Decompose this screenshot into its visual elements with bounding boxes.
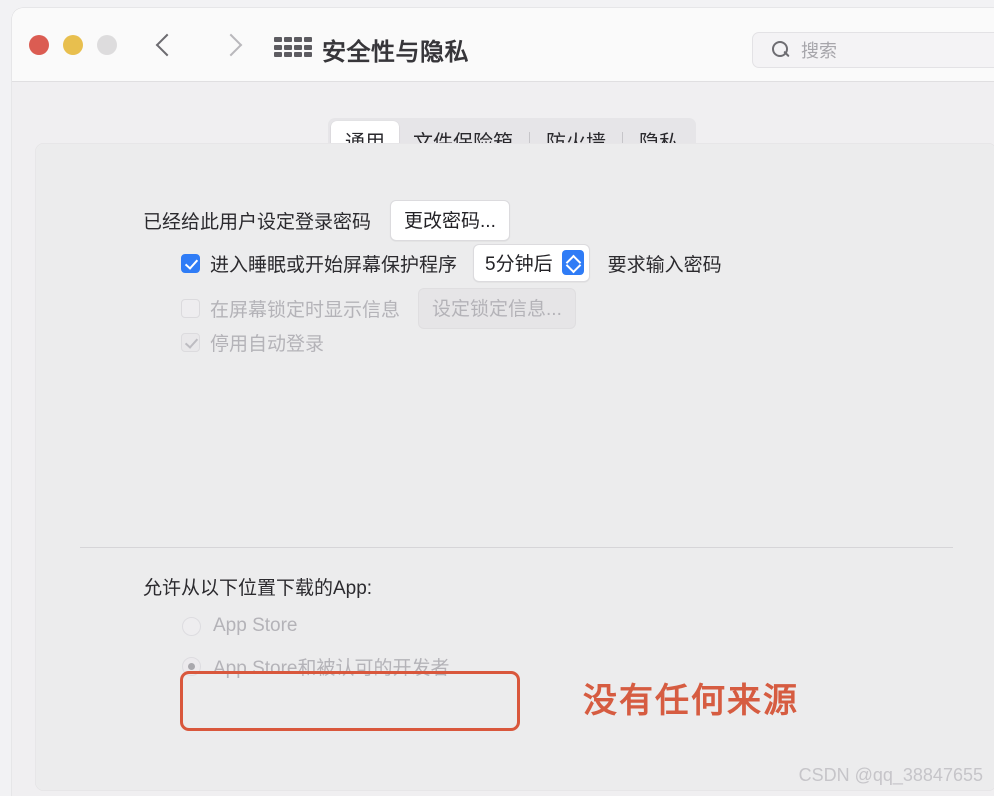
search-placeholder: 搜索	[801, 41, 837, 61]
grid-icon[interactable]	[274, 37, 312, 57]
screenshot-root: 安全性与隐私 搜索 通用 文件保险箱 防火墙 隐私 已经给此用户设定登录密码 更…	[0, 0, 994, 796]
show-message-row: 在屏幕锁定时显示信息 设定锁定信息...	[181, 288, 576, 329]
close-button[interactable]	[29, 35, 49, 55]
chevron-updown-icon[interactable]	[561, 250, 584, 275]
traffic-lights	[29, 35, 117, 55]
require-password-label: 进入睡眠或开始屏幕保护程序	[210, 254, 458, 276]
disable-auto-login-label: 停用自动登录	[210, 334, 325, 355]
password-delay-value: 5分钟后	[485, 254, 553, 275]
zoom-button[interactable]	[97, 35, 117, 55]
navigation-controls	[152, 28, 244, 64]
general-settings-panel: 已经给此用户设定登录密码 更改密码... 进入睡眠或开始屏幕保护程序 5分钟后 …	[35, 143, 994, 791]
require-password-checkbox[interactable]	[181, 253, 200, 273]
system-preferences-window: 安全性与隐私 搜索 通用 文件保险箱 防火墙 隐私 已经给此用户设定登录密码 更…	[12, 8, 994, 796]
require-password-row: 进入睡眠或开始屏幕保护程序 5分钟后 要求输入密码	[181, 244, 722, 282]
annotation-highlight-box	[180, 671, 520, 731]
radio-app-store-row: App Store	[182, 615, 298, 637]
annotation-text: 没有任何来源	[583, 682, 799, 720]
window-toolbar: 安全性与隐私 搜索	[12, 8, 994, 82]
change-password-button[interactable]: 更改密码...	[390, 200, 510, 241]
back-icon[interactable]	[152, 28, 180, 64]
password-status-label: 已经给此用户设定登录密码	[143, 212, 372, 233]
forward-icon[interactable]	[216, 28, 244, 64]
minimize-button[interactable]	[63, 35, 83, 55]
disable-auto-login-checkbox	[181, 333, 200, 352]
password-status-row: 已经给此用户设定登录密码 更改密码...	[143, 200, 510, 241]
page-title: 安全性与隐私	[322, 39, 469, 66]
radio-app-store	[182, 616, 201, 636]
search-field[interactable]: 搜索	[752, 32, 994, 68]
download-sources-heading-row: 允许从以下位置下载的App:	[143, 573, 372, 600]
require-password-suffix-label: 要求输入密码	[607, 254, 722, 276]
show-message-label: 在屏幕锁定时显示信息	[210, 300, 401, 321]
password-delay-popup[interactable]: 5分钟后	[473, 244, 590, 282]
show-message-checkbox	[181, 299, 200, 318]
set-lock-message-button: 设定锁定信息...	[418, 288, 576, 329]
search-icon	[771, 40, 791, 60]
section-divider	[80, 547, 953, 548]
disable-auto-login-row: 停用自动登录	[181, 329, 324, 356]
radio-app-store-label: App Store	[213, 615, 298, 636]
download-sources-heading: 允许从以下位置下载的App:	[143, 578, 373, 599]
watermark: CSDN @qq_38847655	[798, 765, 983, 785]
